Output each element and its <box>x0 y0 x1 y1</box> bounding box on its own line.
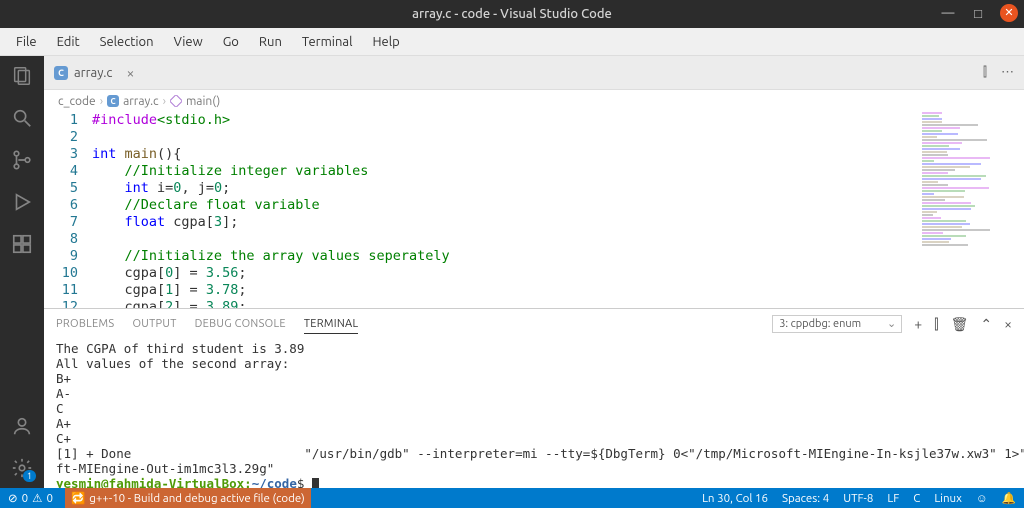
panel-tab-output[interactable]: OUTPUT <box>132 318 176 330</box>
panel-tab-debug-console[interactable]: DEBUG CONSOLE <box>195 318 286 330</box>
chevron-up-icon[interactable]: ⌃ <box>980 316 992 333</box>
minimize-button[interactable]: — <box>940 5 956 21</box>
menubar: FileEditSelectionViewGoRunTerminalHelp <box>0 28 1024 56</box>
breadcrumb-file[interactable]: array.c <box>123 95 159 108</box>
new-terminal-icon[interactable]: + <box>914 316 922 332</box>
menu-go[interactable]: Go <box>213 31 249 53</box>
extensions-icon[interactable] <box>10 232 34 256</box>
code-editor[interactable]: 1234567891011121314 #include<stdio.h>int… <box>44 112 1024 308</box>
status-indent[interactable]: Spaces: 4 <box>782 492 829 505</box>
status-errors[interactable]: ⊘ 0 ⚠ 0 <box>8 491 53 505</box>
panel-tab-problems[interactable]: PROBLEMS <box>56 318 114 330</box>
breadcrumb-symbol[interactable]: main() <box>186 95 220 108</box>
code-content[interactable]: #include<stdio.h>int main(){ //Initializ… <box>92 112 1024 308</box>
split-terminal-icon[interactable]: ⫿ <box>934 316 938 333</box>
chevron-right-icon: › <box>163 95 166 108</box>
menu-help[interactable]: Help <box>362 31 409 53</box>
window-controls: — □ ✕ <box>940 4 1018 22</box>
main-area: 1 C array.c × ⫿ ⋯ c_code › C array.c › <box>0 56 1024 488</box>
panel-tab-terminal[interactable]: TERMINAL <box>304 318 359 334</box>
close-panel-icon[interactable]: × <box>1004 316 1012 332</box>
run-debug-icon[interactable] <box>10 190 34 214</box>
window-title: array.c - code - Visual Studio Code <box>412 7 612 21</box>
search-icon[interactable] <box>10 106 34 130</box>
settings-icon[interactable]: 1 <box>10 456 34 480</box>
feedback-icon[interactable]: ☺ <box>976 492 988 505</box>
menu-terminal[interactable]: Terminal <box>292 31 363 53</box>
trash-icon[interactable]: 🗑 <box>951 316 969 333</box>
split-editor-icon[interactable]: ⫿ <box>983 65 987 80</box>
panel-tabbar: PROBLEMS OUTPUT DEBUG CONSOLE TERMINAL 3: c… <box>44 309 1024 339</box>
menu-view[interactable]: View <box>164 31 213 53</box>
menu-edit[interactable]: Edit <box>47 31 90 53</box>
menu-selection[interactable]: Selection <box>90 31 164 53</box>
titlebar: array.c - code - Visual Studio Code — □ … <box>0 0 1024 28</box>
c-file-icon: C <box>107 95 119 107</box>
terminal-output[interactable]: The CGPA of third student is 3.89All val… <box>44 339 1024 488</box>
statusbar: ⊘ 0 ⚠ 0 🔁 g++-10 - Build and debug activ… <box>0 488 1024 508</box>
tab-filename: array.c <box>74 66 112 80</box>
accounts-icon[interactable] <box>10 414 34 438</box>
c-file-icon: C <box>54 66 68 80</box>
status-os[interactable]: Linux <box>934 492 962 505</box>
status-line-col[interactable]: Ln 30, Col 16 <box>702 492 768 505</box>
menu-file[interactable]: File <box>6 31 47 53</box>
source-control-icon[interactable] <box>10 148 34 172</box>
bottom-panel: PROBLEMS OUTPUT DEBUG CONSOLE TERMINAL 3: c… <box>44 308 1024 488</box>
more-actions-icon[interactable]: ⋯ <box>1001 65 1014 80</box>
editor-area: C array.c × ⫿ ⋯ c_code › C array.c › mai… <box>44 56 1024 488</box>
breadcrumb-folder[interactable]: c_code <box>58 95 96 108</box>
status-language[interactable]: C <box>913 492 920 505</box>
tab-close-icon[interactable]: × <box>126 65 134 81</box>
editor-tabbar: C array.c × ⫿ ⋯ <box>44 56 1024 90</box>
editor-tab[interactable]: C array.c × <box>44 56 144 89</box>
notifications-icon[interactable]: 🔔 <box>1002 491 1016 505</box>
symbol-function-icon <box>170 95 182 107</box>
status-encoding[interactable]: UTF-8 <box>843 492 873 505</box>
close-button[interactable]: ✕ <box>1000 4 1018 22</box>
chevron-right-icon: › <box>100 95 103 108</box>
maximize-button[interactable]: □ <box>970 5 986 21</box>
menu-run[interactable]: Run <box>249 31 292 53</box>
settings-badge: 1 <box>23 470 36 482</box>
terminal-selector[interactable]: 3: cppdbg: enum <box>772 315 902 333</box>
explorer-icon[interactable] <box>10 64 34 88</box>
activitybar: 1 <box>0 56 44 488</box>
status-eol[interactable]: LF <box>887 492 899 505</box>
status-debug-task[interactable]: 🔁 g++-10 - Build and debug active file (… <box>65 488 311 508</box>
line-gutter: 1234567891011121314 <box>44 112 92 308</box>
breadcrumbs[interactable]: c_code › C array.c › main() <box>44 90 1024 112</box>
